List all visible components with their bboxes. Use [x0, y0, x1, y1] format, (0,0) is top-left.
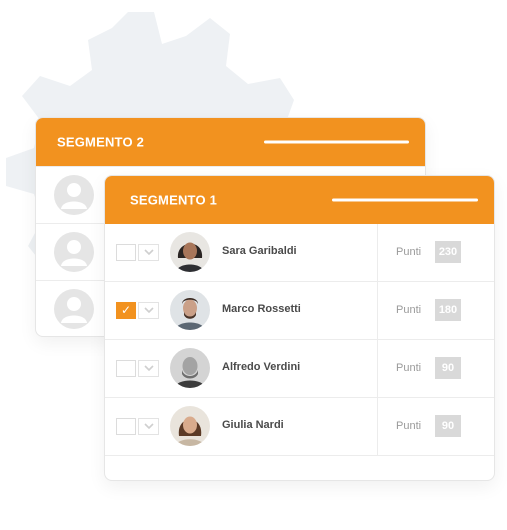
column-divider: [377, 398, 378, 455]
avatar: [170, 406, 210, 446]
user-name: Marco Rossetti: [222, 303, 301, 315]
user-name: Sara Garibaldi: [222, 245, 297, 257]
points-label: Punti: [396, 420, 422, 432]
user-row[interactable]: ✓ Marco Rossetti Punti 180: [105, 282, 494, 340]
points-badge: 230: [435, 241, 461, 263]
segment-1-header: SEGMENTO 1: [105, 176, 494, 224]
points-badge: 180: [435, 299, 461, 321]
select-dropdown[interactable]: [138, 302, 159, 319]
user-avatar-placeholder-icon: [54, 289, 94, 329]
user-row[interactable]: Sara Garibaldi Punti 230: [105, 224, 494, 282]
points-badge: 90: [435, 357, 461, 379]
select-checkbox[interactable]: [116, 418, 136, 435]
chevron-down-icon: [144, 307, 154, 314]
avatar: [170, 232, 210, 272]
user-avatar-placeholder-icon: [54, 175, 94, 215]
user-avatar-placeholder-icon: [54, 232, 94, 272]
points-label: Punti: [396, 362, 422, 374]
column-divider: [377, 340, 378, 397]
points-badge: 90: [435, 415, 461, 437]
select-checkbox[interactable]: [116, 244, 136, 261]
checkmark-icon: ✓: [120, 303, 132, 317]
select-checkbox[interactable]: ✓: [116, 302, 136, 319]
segment-2-header: SEGMENTO 2: [36, 118, 425, 166]
avatar: [170, 348, 210, 388]
chevron-down-icon: [144, 365, 154, 372]
user-name: Giulia Nardi: [222, 419, 284, 431]
segment-1-card: SEGMENTO 1 Sara Garibaldi Punti 230 ✓ Ma…: [104, 175, 495, 481]
points-label: Punti: [396, 304, 422, 316]
segment-2-title: SEGMENTO 2: [57, 134, 145, 150]
column-divider: [377, 282, 378, 339]
avatar: [170, 290, 210, 330]
chevron-down-icon: [144, 423, 154, 430]
user-name: Alfredo Verdini: [222, 361, 301, 373]
points-label: Punti: [396, 246, 422, 258]
chevron-down-icon: [144, 249, 154, 256]
header-progress-line: [332, 198, 478, 202]
select-dropdown[interactable]: [138, 360, 159, 377]
select-dropdown[interactable]: [138, 418, 159, 435]
select-checkbox[interactable]: [116, 360, 136, 377]
segment-1-title: SEGMENTO 1: [130, 192, 218, 208]
user-row[interactable]: Giulia Nardi Punti 90: [105, 398, 494, 456]
header-progress-line: [264, 140, 409, 144]
user-row[interactable]: Alfredo Verdini Punti 90: [105, 340, 494, 398]
select-dropdown[interactable]: [138, 244, 159, 261]
column-divider: [377, 224, 378, 281]
